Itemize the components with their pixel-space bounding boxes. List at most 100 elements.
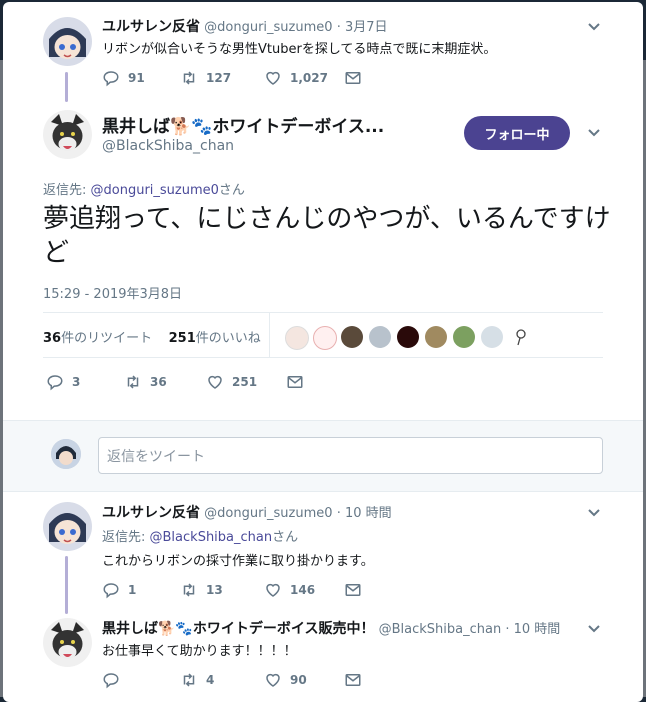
reply-icon xyxy=(103,71,119,87)
chevron-down-icon[interactable] xyxy=(587,624,601,634)
retweet-count: 13 xyxy=(206,583,223,597)
author-handle[interactable]: @BlackShiba_chan xyxy=(379,622,502,637)
tweet-reply[interactable]: ユルサレン反省 @donguri_suzume0 · 10 時間 返信先: @B… xyxy=(3,492,643,614)
heart-icon xyxy=(266,71,280,85)
reply-composer: 返信をツイート xyxy=(3,420,643,492)
tweet-header: ユルサレン反省 @donguri_suzume0 · 3月7日 xyxy=(102,16,388,36)
reply-to: 返信先: @BlackShiba_chanさん xyxy=(102,526,298,545)
envelope-icon xyxy=(345,72,361,84)
tweet-actions: 4 90 xyxy=(102,670,402,690)
separator: · xyxy=(336,20,341,35)
reply-handle-link[interactable]: @BlackShiba_chan xyxy=(150,530,273,545)
author-name[interactable]: ユルサレン反省 xyxy=(102,19,200,35)
liker-avatar[interactable] xyxy=(425,326,447,348)
reply-button[interactable]: 1 xyxy=(102,580,136,600)
liker-avatar[interactable] xyxy=(453,326,475,348)
liker-avatar[interactable] xyxy=(481,326,503,348)
reply-button[interactable]: 91 xyxy=(102,68,145,88)
user-avatar[interactable] xyxy=(51,439,81,469)
avatar[interactable] xyxy=(43,17,92,66)
like-button[interactable]: 251 xyxy=(206,372,257,392)
heart-icon xyxy=(266,673,280,687)
like-count: 251 xyxy=(232,375,258,389)
retweet-button[interactable]: 127 xyxy=(180,68,231,88)
reply-icon xyxy=(103,583,119,599)
tweet-text: リボンが似合いそうな男性Vtuberを探してる時点で既に末期症状。 xyxy=(102,42,497,57)
like-button[interactable]: 90 xyxy=(264,670,307,690)
dm-button[interactable] xyxy=(286,372,312,392)
like-stat-label[interactable]: 件のいいね xyxy=(196,331,261,346)
author-name[interactable]: 黒井しば🐕🐾ホワイトデーボイス販売中！ xyxy=(102,621,374,637)
follow-button[interactable]: フォロー中 xyxy=(464,116,570,150)
chevron-down-icon[interactable] xyxy=(587,508,601,518)
author-name[interactable]: 黒井しば🐕🐾ホワイトデーボイス... xyxy=(102,112,384,137)
tweet-actions: 91 127 1,027 xyxy=(102,68,402,88)
retweet-button[interactable]: 36 xyxy=(124,372,167,392)
tweet-time[interactable]: 10 時間 xyxy=(345,506,392,521)
tweet-actions: 3 36 251 xyxy=(46,372,346,392)
liker-avatar[interactable] xyxy=(369,326,391,348)
tweet-parent[interactable]: ユルサレン反省 @donguri_suzume0 · 3月7日 リボンが似合いそ… xyxy=(3,2,643,102)
liker-avatar[interactable] xyxy=(341,326,363,348)
liker-avatar[interactable] xyxy=(313,326,337,350)
reply-count: 91 xyxy=(128,71,145,85)
liker-avatar[interactable] xyxy=(397,326,419,348)
tweet-time[interactable]: 3月7日 xyxy=(345,20,388,35)
author-handle[interactable]: @BlackShiba_chan xyxy=(102,138,234,154)
like-button[interactable]: 146 xyxy=(264,580,315,600)
tweet-actions: 1 13 146 xyxy=(102,580,402,600)
reply-count: 3 xyxy=(72,375,81,389)
tweet-text: これからリボンの採寸作業に取り掛かります。 xyxy=(102,554,374,569)
heart-icon xyxy=(208,375,222,389)
avatar[interactable] xyxy=(43,618,92,667)
liker-avatar[interactable] xyxy=(285,326,309,350)
tweet-header: ユルサレン反省 @donguri_suzume0 · 10 時間 xyxy=(102,502,392,522)
reply-input[interactable]: 返信をツイート xyxy=(98,437,603,474)
reply-suffix: さん xyxy=(218,183,245,198)
tweet-reply[interactable]: 黒井しば🐕🐾ホワイトデーボイス販売中！ @BlackShiba_chan · 1… xyxy=(3,608,643,700)
avatar[interactable] xyxy=(43,110,92,159)
divider-vertical xyxy=(269,312,270,358)
chevron-down-icon[interactable] xyxy=(587,22,601,32)
reply-count: 1 xyxy=(128,583,137,597)
tweet-timestamp[interactable]: 15:29 - 2019年3月8日 xyxy=(43,283,182,302)
tweet-text: 夢追翔って、にじさんじのやつが、いるんですけど xyxy=(43,204,611,268)
retweet-stat-label[interactable]: 件のリツイート xyxy=(61,331,152,346)
reply-handle-link[interactable]: @donguri_suzume0 xyxy=(91,183,219,198)
thread-line xyxy=(65,556,68,614)
tweet-main: 黒井しば🐕🐾ホワイトデーボイス... @BlackShiba_chan フォロー… xyxy=(3,98,643,422)
author-handle[interactable]: @donguri_suzume0 xyxy=(204,506,332,521)
reply-prefix: 返信先: xyxy=(102,530,150,545)
reply-button[interactable] xyxy=(102,670,128,690)
like-button[interactable]: 1,027 xyxy=(264,68,328,88)
reply-icon xyxy=(47,375,63,391)
tweet-header: 黒井しば🐕🐾ホワイトデーボイス販売中！ @BlackShiba_chan · 1… xyxy=(102,618,560,638)
like-count: 146 xyxy=(290,583,316,597)
author-name[interactable]: ユルサレン反省 xyxy=(102,505,200,521)
dm-button[interactable] xyxy=(344,580,370,600)
like-count: 1,027 xyxy=(290,71,328,85)
reply-icon xyxy=(103,673,119,689)
chevron-down-icon[interactable] xyxy=(587,128,601,138)
tweet-stats: 36件のリツイート 251件のいいね xyxy=(43,327,261,346)
envelope-icon xyxy=(345,584,361,596)
envelope-icon xyxy=(287,376,303,388)
tweet-modal: ユルサレン反省 @donguri_suzume0 · 3月7日 リボンが似合いそ… xyxy=(3,2,643,702)
pin-icon xyxy=(516,329,526,346)
tweet-time[interactable]: 10 時間 xyxy=(514,622,561,637)
reply-button[interactable]: 3 xyxy=(46,372,80,392)
retweet-button[interactable]: 4 xyxy=(180,670,214,690)
dm-button[interactable] xyxy=(344,670,370,690)
retweet-stat-count[interactable]: 36 xyxy=(43,331,61,346)
separator: · xyxy=(505,622,510,637)
avatar[interactable] xyxy=(43,502,92,551)
author-handle[interactable]: @donguri_suzume0 xyxy=(204,20,332,35)
dm-button[interactable] xyxy=(344,68,370,88)
separator: · xyxy=(336,506,341,521)
like-count: 90 xyxy=(290,673,307,687)
divider xyxy=(43,312,603,313)
liker-avatar[interactable] xyxy=(509,326,531,348)
like-stat-count[interactable]: 251 xyxy=(169,331,196,346)
retweet-button[interactable]: 13 xyxy=(180,580,223,600)
reply-prefix: 返信先: xyxy=(43,183,91,198)
